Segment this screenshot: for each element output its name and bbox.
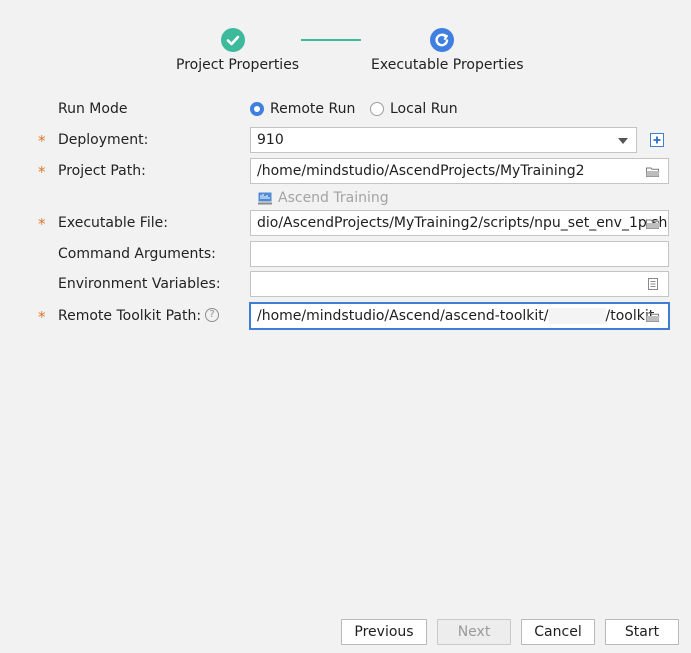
previous-button[interactable]: Previous (341, 619, 427, 645)
step-active-icon (430, 28, 454, 52)
deployment-label: Deployment: (58, 132, 149, 148)
environment-variables-label: Environment Variables: (58, 276, 221, 292)
environment-variables-field[interactable] (250, 271, 669, 297)
remote-run-radio[interactable]: Remote Run (250, 101, 355, 117)
radio-unselected-icon (370, 102, 384, 116)
local-run-radio[interactable]: Local Run (370, 101, 458, 117)
radio-selected-icon (250, 102, 264, 116)
run-mode-label: Run Mode (58, 101, 128, 117)
required-asterisk: * (38, 163, 46, 181)
required-asterisk: * (38, 308, 46, 326)
next-button[interactable]: Next (437, 619, 511, 645)
add-deployment-button[interactable] (650, 133, 664, 147)
ascend-training-label: Ascend Training (278, 190, 389, 206)
redacted-version-block (548, 308, 606, 324)
step-label-project-properties: Project Properties (176, 57, 300, 73)
project-type-indicator: Ascend Training (258, 190, 389, 206)
deployment-value: 910 (257, 132, 284, 148)
local-run-label: Local Run (390, 101, 458, 117)
remote-toolkit-path-field[interactable]: /home/mindstudio/Ascend/ascend-toolkit/ … (250, 303, 669, 329)
start-button[interactable]: Start (605, 619, 679, 645)
document-icon[interactable] (648, 278, 658, 290)
step-connector (301, 39, 361, 41)
remote-toolkit-path-prefix: /home/mindstudio/Ascend/ascend-toolkit/ (257, 308, 549, 324)
folder-icon[interactable] (646, 312, 660, 322)
executable-file-value: dio/AscendProjects/MyTraining2/scripts/n… (257, 215, 668, 231)
help-icon[interactable]: ? (205, 308, 219, 322)
project-path-field[interactable]: /home/mindstudio/AscendProjects/MyTraini… (250, 158, 669, 184)
step-label-executable-properties: Executable Properties (371, 57, 524, 73)
deployment-select[interactable]: 910 (250, 127, 637, 153)
command-arguments-input[interactable] (250, 241, 669, 267)
executable-file-field[interactable]: dio/AscendProjects/MyTraining2/scripts/n… (250, 210, 669, 236)
executable-file-label: Executable File: (58, 215, 168, 231)
cancel-button[interactable]: Cancel (521, 619, 595, 645)
required-asterisk: * (38, 215, 46, 233)
remote-run-label: Remote Run (270, 101, 356, 117)
remote-toolkit-path-label: Remote Toolkit Path: (58, 308, 202, 324)
help-icon-glyph: ? (209, 309, 215, 320)
command-arguments-label: Command Arguments: (58, 246, 216, 262)
folder-icon[interactable] (646, 167, 660, 177)
chevron-down-icon (618, 138, 628, 144)
folder-icon[interactable] (646, 219, 660, 229)
plus-icon (653, 136, 661, 144)
required-asterisk: * (38, 132, 46, 150)
step-complete-icon (221, 28, 245, 52)
ascend-training-icon (258, 192, 272, 204)
project-path-label: Project Path: (58, 163, 146, 179)
project-path-value: /home/mindstudio/AscendProjects/MyTraini… (257, 163, 585, 179)
